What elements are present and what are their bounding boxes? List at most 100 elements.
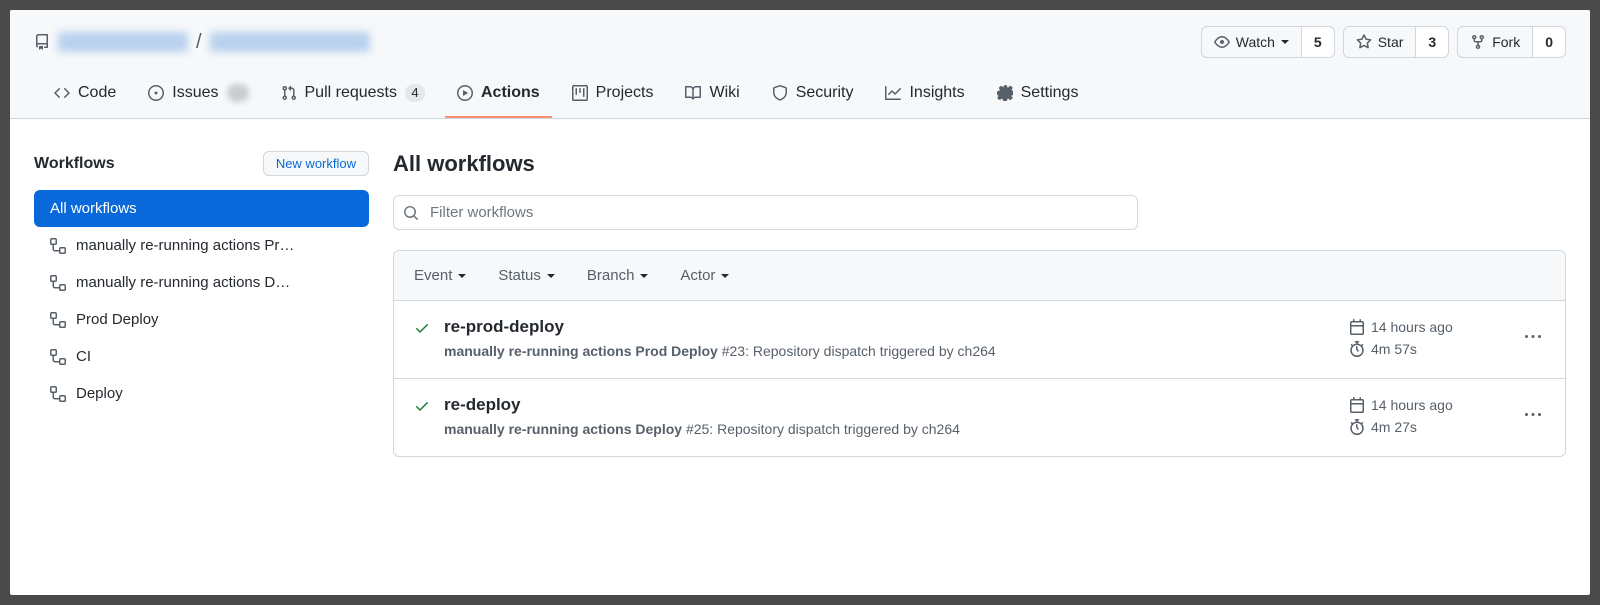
tab-issues-label: Issues <box>172 84 218 102</box>
star-count[interactable]: 3 <box>1416 27 1448 57</box>
graph-icon <box>885 85 901 101</box>
workflow-runs-list: Event Status Branch Actor re-prod-deploy… <box>393 250 1566 457</box>
new-workflow-button[interactable]: New workflow <box>263 151 369 176</box>
watch-label: Watch <box>1236 34 1275 50</box>
filter-branch[interactable]: Branch <box>587 267 649 284</box>
sidebar-item-label: Prod Deploy <box>76 311 159 328</box>
fork-button[interactable]: Fork 0 <box>1457 26 1566 58</box>
fork-label: Fork <box>1492 34 1520 50</box>
sidebar-item-label: CI <box>76 348 91 365</box>
tab-projects[interactable]: Projects <box>560 74 666 118</box>
check-icon <box>414 398 430 414</box>
stopwatch-icon <box>1349 341 1365 357</box>
eye-icon <box>1214 34 1230 50</box>
run-menu-button[interactable] <box>1521 317 1545 345</box>
workflow-runs-panel: All workflows Event Status Branch Actor <box>393 151 1566 457</box>
filter-event[interactable]: Event <box>414 267 466 284</box>
run-title: re-deploy <box>444 395 1337 415</box>
tab-projects-label: Projects <box>596 84 654 102</box>
tab-actions-label: Actions <box>481 84 540 102</box>
filter-workflows-input[interactable] <box>393 195 1138 230</box>
fork-icon <box>1470 34 1486 50</box>
tab-code[interactable]: Code <box>42 74 128 118</box>
breadcrumb-slash: / <box>196 31 202 54</box>
gear-icon <box>997 85 1013 101</box>
caret-down-icon <box>458 274 466 278</box>
watch-count[interactable]: 5 <box>1302 27 1334 57</box>
filter-workflows-search <box>393 195 1138 230</box>
sidebar-item-workflow[interactable]: Prod Deploy <box>34 301 369 338</box>
tab-pulls-label: Pull requests <box>305 84 398 102</box>
watch-button[interactable]: Watch 5 <box>1201 26 1335 58</box>
run-title: re-prod-deploy <box>444 317 1337 337</box>
calendar-icon <box>1349 397 1365 413</box>
sidebar-item-label: manually re-running actions Pr… <box>76 237 294 254</box>
run-status-success <box>414 317 432 339</box>
sidebar-heading: Workflows <box>34 155 115 173</box>
caret-down-icon <box>640 274 648 278</box>
sidebar-item-workflow[interactable]: Deploy <box>34 375 369 412</box>
caret-down-icon <box>721 274 729 278</box>
run-row[interactable]: re-prod-deploy manually re-running actio… <box>394 301 1565 379</box>
tab-security[interactable]: Security <box>760 74 866 118</box>
run-subtitle: manually re-running actions Prod Deploy … <box>444 341 1337 362</box>
tab-insights[interactable]: Insights <box>873 74 976 118</box>
sidebar-item-label: Deploy <box>76 385 123 402</box>
page-title: All workflows <box>393 151 1566 177</box>
workflow-icon <box>50 275 66 291</box>
filter-status[interactable]: Status <box>498 267 555 284</box>
issues-count-badge <box>227 84 249 102</box>
issue-icon <box>148 85 164 101</box>
run-duration: 4m 57s <box>1371 341 1417 357</box>
run-row[interactable]: re-deploy manually re-running actions De… <box>394 379 1565 456</box>
project-icon <box>572 85 588 101</box>
tab-insights-label: Insights <box>909 84 964 102</box>
filter-actor[interactable]: Actor <box>680 267 729 284</box>
sidebar-item-all-workflows[interactable]: All workflows <box>34 190 369 227</box>
run-time-ago: 14 hours ago <box>1371 319 1453 335</box>
sidebar-item-label: manually re-running actions D… <box>76 274 290 291</box>
caret-down-icon <box>547 274 555 278</box>
star-label: Star <box>1378 34 1404 50</box>
kebab-icon <box>1525 329 1541 345</box>
tab-wiki[interactable]: Wiki <box>673 74 751 118</box>
runs-filter-bar: Event Status Branch Actor <box>394 251 1565 301</box>
tab-code-label: Code <box>78 84 116 102</box>
run-subtitle: manually re-running actions Deploy #25: … <box>444 419 1337 440</box>
sidebar-item-workflow[interactable]: manually re-running actions D… <box>34 264 369 301</box>
run-duration: 4m 27s <box>1371 419 1417 435</box>
sidebar-item-workflow[interactable]: manually re-running actions Pr… <box>34 227 369 264</box>
repo-breadcrumb: / <box>34 31 370 54</box>
tab-wiki-label: Wiki <box>709 84 739 102</box>
tab-pull-requests[interactable]: Pull requests 4 <box>269 74 438 118</box>
sidebar-item-workflow[interactable]: CI <box>34 338 369 375</box>
run-menu-button[interactable] <box>1521 395 1545 423</box>
run-status-success <box>414 395 432 417</box>
workflow-icon <box>50 312 66 328</box>
star-button[interactable]: Star 3 <box>1343 26 1449 58</box>
tab-settings-label: Settings <box>1021 84 1079 102</box>
repo-icon <box>34 34 50 50</box>
repo-owner-link[interactable] <box>58 32 188 52</box>
tab-issues[interactable]: Issues <box>136 74 260 118</box>
run-meta: 14 hours ago 4m 27s <box>1349 395 1509 435</box>
pulls-count-badge: 4 <box>405 84 425 102</box>
fork-count[interactable]: 0 <box>1533 27 1565 57</box>
book-icon <box>685 85 701 101</box>
tab-actions[interactable]: Actions <box>445 74 552 118</box>
workflow-icon <box>50 349 66 365</box>
caret-down-icon <box>1281 40 1289 44</box>
shield-icon <box>772 85 788 101</box>
play-icon <box>457 85 473 101</box>
tab-settings[interactable]: Settings <box>985 74 1091 118</box>
code-icon <box>54 85 70 101</box>
stopwatch-icon <box>1349 419 1365 435</box>
calendar-icon <box>1349 319 1365 335</box>
workflows-sidebar: Workflows New workflow All workflows man… <box>34 151 369 457</box>
star-icon <box>1356 34 1372 50</box>
repo-name-link[interactable] <box>210 32 370 52</box>
repo-nav: Code Issues Pull requests 4 Actions Proj… <box>34 74 1566 118</box>
sidebar-item-label: All workflows <box>50 200 137 217</box>
workflow-icon <box>50 238 66 254</box>
search-icon <box>403 205 419 221</box>
